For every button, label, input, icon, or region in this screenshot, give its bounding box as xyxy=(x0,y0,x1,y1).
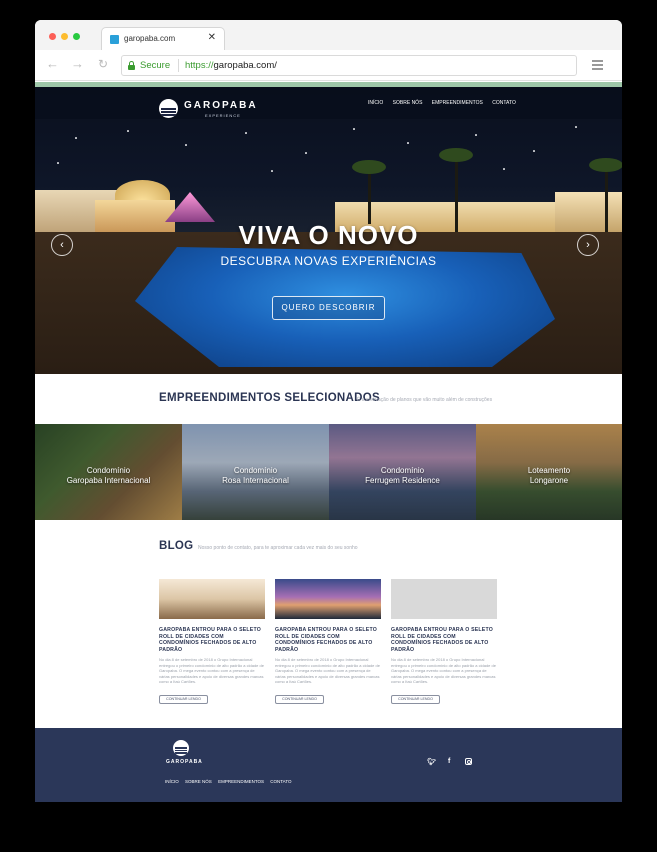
post-title[interactable]: GAROPABA ENTROU PARA O SELETO ROLL DE CI… xyxy=(391,627,497,653)
close-tab-icon[interactable]: ✕ xyxy=(208,32,216,43)
twitter-icon[interactable]: 🐦︎ xyxy=(427,758,436,766)
blog-description: Nosso ponto de contato, para te aproxima… xyxy=(198,545,358,551)
project-name: Longarone xyxy=(529,476,569,485)
post-image[interactable] xyxy=(275,579,381,619)
project-label: Condomínio Garopaba Internacional xyxy=(35,466,182,486)
site-header: GAROPABA EXPERIENCE INÍCIO SOBRE NÓS EMP… xyxy=(35,87,622,119)
logo-subtitle: EXPERIENCE xyxy=(205,113,241,118)
url-input[interactable]: Secure https://garopaba.com/ xyxy=(121,55,577,76)
browser-window: garopaba.com ✕ ← → ↻ Secure https://garo… xyxy=(35,20,622,802)
palm-tree xyxy=(352,160,386,174)
blog-title: BLOG xyxy=(159,540,194,552)
hero-subtitle: DESCUBRA NOVAS EXPERIÊNCIAS xyxy=(220,254,437,268)
instagram-icon[interactable] xyxy=(465,758,472,765)
projects-title: EMPREENDIMENTOS SELECIONADOS xyxy=(159,392,380,404)
project-card[interactable]: Condomínio Ferrugem Residence xyxy=(329,424,476,520)
secure-label: Secure xyxy=(140,60,171,71)
footer-menu: INÍCIO SOBRE NÓS EMPREENDIMENTOS CONTATO xyxy=(165,779,297,784)
maximize-window-button[interactable] xyxy=(73,33,80,40)
address-bar: ← → ↻ Secure https://garopaba.com/ xyxy=(35,50,622,81)
post-image[interactable] xyxy=(159,579,265,619)
project-name: Rosa Internacional xyxy=(222,476,289,485)
logo-icon xyxy=(159,99,178,118)
post-excerpt: No dia 8 de setembro de 2018 o Grupo Int… xyxy=(275,657,380,684)
facebook-icon[interactable]: f xyxy=(448,758,450,765)
minimize-window-button[interactable] xyxy=(61,33,68,40)
project-name: Garopaba Internacional xyxy=(66,476,151,485)
url-divider xyxy=(178,59,179,72)
post-title[interactable]: GAROPABA ENTROU PARA O SELETO ROLL DE CI… xyxy=(159,627,265,653)
footer-logo-name: GAROPABA xyxy=(166,759,203,765)
url-protocol: https:// xyxy=(185,60,214,71)
close-window-button[interactable] xyxy=(49,33,56,40)
palm-tree xyxy=(589,158,622,172)
browser-tab[interactable]: garopaba.com ✕ xyxy=(101,27,225,50)
logo-name: GAROPABA xyxy=(184,100,258,111)
blog-post: GAROPABA ENTROU PARA O SELETO ROLL DE CI… xyxy=(159,579,265,704)
projects-description: É a efetivação de planos que vão muito a… xyxy=(357,397,493,403)
continue-reading-button[interactable]: CONTINUAR LENDO xyxy=(159,695,208,704)
blog-post: GAROPABA ENTROU PARA O SELETO ROLL DE CI… xyxy=(275,579,381,704)
tab-title: garopaba.com xyxy=(124,34,176,43)
blog-post: GAROPABA ENTROU PARA O SELETO ROLL DE CI… xyxy=(391,579,497,704)
post-excerpt: No dia 8 de setembro de 2018 o Grupo Int… xyxy=(159,657,264,684)
continue-reading-button[interactable]: CONTINUAR LENDO xyxy=(391,695,440,704)
menu-item-sobre-nos[interactable]: SOBRE NÓS xyxy=(393,100,423,106)
main-menu: INÍCIO SOBRE NÓS EMPREENDIMENTOS CONTATO xyxy=(368,100,524,106)
footer-menu-item-sobre-nos[interactable]: SOBRE NÓS xyxy=(185,779,212,784)
project-card[interactable]: Loteamento Longarone xyxy=(476,424,622,520)
url-text: https://garopaba.com/ xyxy=(185,60,277,71)
palm-tree xyxy=(439,148,473,162)
footer-menu-item-empreendimentos[interactable]: EMPREENDIMENTOS xyxy=(218,779,264,784)
reload-icon[interactable]: ↻ xyxy=(98,57,108,71)
tab-bar: garopaba.com ✕ xyxy=(35,20,622,50)
website: GAROPABA EXPERIENCE INÍCIO SOBRE NÓS EMP… xyxy=(35,82,622,802)
lock-icon xyxy=(128,61,135,70)
menu-item-empreendimentos[interactable]: EMPREENDIMENTOS xyxy=(432,100,483,106)
project-label: Loteamento Longarone xyxy=(476,466,622,486)
project-type: Condomínio xyxy=(233,466,278,475)
project-name: Ferrugem Residence xyxy=(365,476,440,485)
menu-item-inicio[interactable]: INÍCIO xyxy=(368,100,383,106)
project-label: Condomínio Ferrugem Residence xyxy=(329,466,476,486)
forward-icon[interactable]: → xyxy=(71,57,84,71)
post-title[interactable]: GAROPABA ENTROU PARA O SELETO ROLL DE CI… xyxy=(275,627,381,653)
continue-reading-button[interactable]: CONTINUAR LENDO xyxy=(275,695,324,704)
project-type: Loteamento xyxy=(527,466,571,475)
post-image-placeholder[interactable] xyxy=(391,579,497,619)
discover-button[interactable]: QUERO DESCOBRIR xyxy=(272,296,385,320)
url-domain: garopaba.com/ xyxy=(213,60,277,71)
site-footer: GAROPABA INÍCIO SOBRE NÓS EMPREENDIMENTO… xyxy=(35,728,622,802)
hero-banner: GAROPABA EXPERIENCE INÍCIO SOBRE NÓS EMP… xyxy=(35,82,622,374)
back-icon[interactable]: ← xyxy=(46,57,59,71)
footer-menu-item-inicio[interactable]: INÍCIO xyxy=(165,779,179,784)
projects-gallery: Condomínio Garopaba Internacional Condom… xyxy=(35,424,622,520)
project-card[interactable]: Condomínio Rosa Internacional xyxy=(182,424,329,520)
project-card[interactable]: Condomínio Garopaba Internacional xyxy=(35,424,182,520)
project-type: Condomínio xyxy=(380,466,425,475)
hero-title: VIVA O NOVO xyxy=(238,220,419,250)
footer-logo-icon[interactable] xyxy=(173,740,189,756)
project-label: Condomínio Rosa Internacional xyxy=(182,466,329,486)
project-type: Condomínio xyxy=(86,466,131,475)
post-excerpt: No dia 8 de setembro de 2018 o Grupo Int… xyxy=(391,657,496,684)
browser-menu-icon[interactable] xyxy=(592,60,603,72)
menu-item-contato[interactable]: CONTATO xyxy=(492,100,516,106)
favicon-icon xyxy=(110,35,119,44)
footer-menu-item-contato[interactable]: CONTATO xyxy=(270,779,291,784)
